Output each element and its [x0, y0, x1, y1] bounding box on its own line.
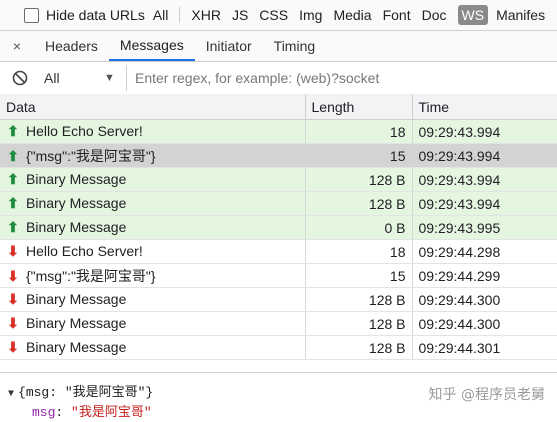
resource-filter-bar: Hide data URLs All XHR JS CSS Img Media …: [0, 0, 557, 31]
filter-divider: [179, 7, 181, 23]
close-icon[interactable]: ×: [0, 31, 34, 61]
table-row[interactable]: ⬇ Hello Echo Server! 18 09:29:44.298: [0, 239, 557, 264]
message-data-text: Binary Message: [26, 339, 127, 355]
message-length-cell: 128 B: [305, 191, 413, 216]
preview-property-value: "我是阿宝哥": [71, 405, 152, 420]
sent-arrow-icon: ⬆: [7, 123, 19, 139]
message-time-cell: 09:29:44.300: [412, 311, 557, 336]
sent-arrow-icon: ⬆: [7, 195, 19, 211]
message-filter-input[interactable]: [126, 65, 557, 91]
tab-timing[interactable]: Timing: [263, 31, 327, 61]
table-row[interactable]: ⬇ Binary Message 128 B 09:29:44.300: [0, 311, 557, 336]
table-row[interactable]: ⬆ Binary Message 128 B 09:29:43.994: [0, 167, 557, 192]
message-length-cell: 15: [305, 143, 413, 168]
table-header-row: Data Length Time: [0, 94, 557, 120]
messages-table: Data Length Time ⬆ Hello Echo Server! 18 09…: [0, 94, 557, 360]
message-data-text: {"msg":"我是阿宝哥"}: [26, 147, 156, 164]
message-data-text: Binary Message: [26, 219, 127, 235]
message-data-cell: ⬇ Hello Echo Server!: [0, 239, 306, 264]
received-arrow-icon: ⬇: [7, 315, 19, 331]
message-time-cell: 09:29:43.994: [412, 143, 557, 168]
tab-headers[interactable]: Headers: [34, 31, 109, 61]
message-data-cell: ⬆ Binary Message: [0, 215, 306, 240]
sent-arrow-icon: ⬆: [7, 219, 19, 235]
message-data-cell: ⬆ Binary Message: [0, 191, 306, 216]
filter-type-font[interactable]: Font: [383, 7, 411, 23]
column-header-length[interactable]: Length: [305, 94, 413, 120]
preview-summary-text: {msg: "我是阿宝哥"}: [18, 385, 154, 400]
message-time-cell: 09:29:44.298: [412, 239, 557, 264]
message-data-cell: ⬆ Hello Echo Server!: [0, 119, 306, 144]
filter-type-all[interactable]: All: [153, 7, 169, 23]
message-time-cell: 09:29:43.994: [412, 119, 557, 144]
message-time-cell: 09:29:44.301: [412, 335, 557, 360]
message-data-cell: ⬇ Binary Message: [0, 287, 306, 312]
message-data-cell: ⬆ Binary Message: [0, 167, 306, 192]
message-time-cell: 09:29:44.300: [412, 287, 557, 312]
clear-messages-icon[interactable]: [12, 70, 28, 86]
filter-type-doc[interactable]: Doc: [422, 7, 447, 23]
request-detail-tabs: × Headers Messages Initiator Timing: [0, 31, 557, 62]
tab-initiator[interactable]: Initiator: [195, 31, 263, 61]
received-arrow-icon: ⬇: [7, 243, 19, 259]
sent-arrow-icon: ⬆: [7, 147, 19, 164]
message-length-cell: 128 B: [305, 167, 413, 192]
received-arrow-icon: ⬇: [7, 339, 19, 355]
column-header-time[interactable]: Time: [412, 94, 557, 120]
message-time-cell: 09:29:44.299: [412, 263, 557, 288]
message-length-cell: 18: [305, 239, 413, 264]
expand-triangle-icon[interactable]: ▼: [8, 389, 14, 400]
chevron-down-icon[interactable]: ▼: [104, 72, 126, 84]
preview-property-key: msg: [32, 405, 56, 420]
message-length-cell: 0 B: [305, 215, 413, 240]
column-header-data[interactable]: Data: [0, 94, 306, 120]
table-row[interactable]: ⬇ {"msg":"我是阿宝哥"} 15 09:29:44.299: [0, 263, 557, 288]
message-length-cell: 18: [305, 119, 413, 144]
preview-colon: :: [55, 405, 72, 420]
filter-type-media[interactable]: Media: [333, 7, 371, 23]
filter-type-js[interactable]: JS: [232, 7, 248, 23]
filter-type-xhr[interactable]: XHR: [191, 7, 221, 23]
message-type-select[interactable]: All: [44, 70, 104, 86]
message-data-text: Hello Echo Server!: [26, 243, 143, 259]
message-data-cell: ⬇ Binary Message: [0, 335, 306, 360]
hide-data-urls-checkbox[interactable]: [24, 7, 39, 23]
filter-type-ws[interactable]: WS: [457, 5, 489, 25]
message-length-cell: 128 B: [305, 287, 413, 312]
message-data-text: Binary Message: [26, 291, 127, 307]
table-row[interactable]: ⬆ Binary Message 0 B 09:29:43.995: [0, 215, 557, 240]
table-row[interactable]: ⬇ Binary Message 128 B 09:29:44.301: [0, 335, 557, 360]
preview-property: msg: "我是阿宝哥": [32, 401, 152, 420]
message-length-cell: 128 B: [305, 311, 413, 336]
filter-type-css[interactable]: CSS: [259, 7, 288, 23]
table-row[interactable]: ⬇ Binary Message 128 B 09:29:44.300: [0, 287, 557, 312]
received-arrow-icon: ⬇: [7, 291, 19, 307]
sent-arrow-icon: ⬆: [7, 171, 19, 187]
watermark: 知乎 @程序员老舅: [428, 387, 545, 403]
message-data-text: Binary Message: [26, 171, 127, 187]
message-length-cell: 15: [305, 263, 413, 288]
tab-messages[interactable]: Messages: [108, 31, 195, 61]
received-arrow-icon: ⬇: [7, 267, 19, 284]
message-length-cell: 128 B: [305, 335, 413, 360]
message-data-cell: ⬆ {"msg":"我是阿宝哥"}: [0, 143, 306, 168]
message-filter-bar: All ▼: [0, 62, 557, 95]
preview-object-summary[interactable]: ▼ {msg: "我是阿宝哥"}: [8, 381, 153, 400]
hide-data-urls-label: Hide data URLs: [46, 7, 145, 23]
table-row[interactable]: ⬆ {"msg":"我是阿宝哥"} 15 09:29:43.994: [0, 143, 557, 168]
message-data-cell: ⬇ {"msg":"我是阿宝哥"}: [0, 263, 306, 288]
message-time-cell: 09:29:43.995: [412, 215, 557, 240]
message-data-text: Hello Echo Server!: [26, 123, 143, 139]
message-data-cell: ⬇ Binary Message: [0, 311, 306, 336]
message-time-cell: 09:29:43.994: [412, 191, 557, 216]
message-data-text: Binary Message: [26, 195, 127, 211]
table-row[interactable]: ⬆ Binary Message 128 B 09:29:43.994: [0, 191, 557, 216]
table-row[interactable]: ⬆ Hello Echo Server! 18 09:29:43.994: [0, 119, 557, 144]
message-data-text: {"msg":"我是阿宝哥"}: [26, 267, 156, 284]
filter-type-img[interactable]: Img: [299, 7, 322, 23]
filter-type-manifest[interactable]: Manifes: [496, 7, 545, 23]
message-data-text: Binary Message: [26, 315, 127, 331]
message-time-cell: 09:29:43.994: [412, 167, 557, 192]
